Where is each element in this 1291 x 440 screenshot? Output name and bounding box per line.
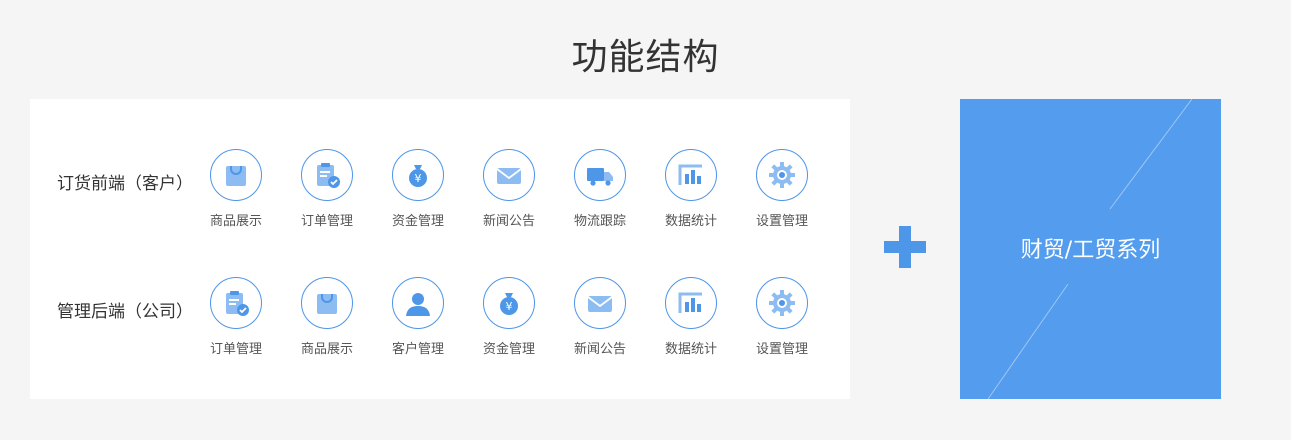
clipboard-check-icon	[301, 149, 353, 201]
gear-icon	[756, 149, 808, 201]
plus-icon	[884, 226, 926, 268]
feature-item[interactable]: 物流跟踪	[555, 149, 645, 229]
feature-label: 订单管理	[300, 214, 353, 229]
feature-label: 客户管理	[391, 342, 444, 357]
truck-icon	[574, 149, 626, 201]
feature-item[interactable]: 客户管理	[373, 277, 463, 357]
feature-label: 新闻公告	[482, 214, 535, 229]
feature-item[interactable]: ¥ 资金管理	[373, 149, 463, 229]
clipboard-check-icon	[210, 277, 262, 329]
feature-label: 物流跟踪	[573, 214, 626, 229]
feature-item[interactable]: 商品展示	[191, 149, 281, 229]
series-card[interactable]: 财贸/工贸系列	[960, 99, 1221, 399]
feature-item[interactable]: 新闻公告	[555, 277, 645, 357]
feature-label: 数据统计	[664, 214, 717, 229]
row-company-backend: 管理后端（公司） 订单管理 商品展示 客户管理 ¥ 资金管理 新闻公告 数据统计…	[30, 277, 850, 367]
shopping-bag-icon	[301, 277, 353, 329]
series-label: 财贸/工贸系列	[1020, 238, 1161, 263]
row-client-frontend: 订货前端（客户） 商品展示 订单管理 ¥ 资金管理 新闻公告 物流跟踪 数据统计…	[30, 149, 850, 239]
gear-icon	[756, 277, 808, 329]
feature-label: 数据统计	[664, 342, 717, 357]
feature-item[interactable]: 新闻公告	[464, 149, 554, 229]
row-label: 订货前端（客户）	[57, 174, 193, 194]
money-bag-icon: ¥	[392, 149, 444, 201]
feature-label: 商品展示	[209, 214, 262, 229]
feature-label: 新闻公告	[573, 342, 626, 357]
feature-item[interactable]: 设置管理	[737, 149, 827, 229]
feature-item[interactable]: 商品展示	[282, 277, 372, 357]
bar-chart-icon	[665, 149, 717, 201]
envelope-icon	[574, 277, 626, 329]
bar-chart-icon	[665, 277, 717, 329]
feature-item[interactable]: 数据统计	[646, 277, 736, 357]
feature-item[interactable]: 设置管理	[737, 277, 827, 357]
row-label: 管理后端（公司）	[57, 302, 193, 322]
shopping-bag-icon	[210, 149, 262, 201]
feature-label: 设置管理	[755, 214, 808, 229]
feature-panel: 订货前端（客户） 商品展示 订单管理 ¥ 资金管理 新闻公告 物流跟踪 数据统计…	[30, 99, 850, 399]
feature-label: 资金管理	[482, 342, 535, 357]
feature-label: 设置管理	[755, 342, 808, 357]
feature-label: 订单管理	[209, 342, 262, 357]
feature-label: 商品展示	[300, 342, 353, 357]
envelope-icon	[483, 149, 535, 201]
user-icon	[392, 277, 444, 329]
feature-item[interactable]: 数据统计	[646, 149, 736, 229]
feature-label: 资金管理	[391, 214, 444, 229]
money-bag-icon: ¥	[483, 277, 535, 329]
svg-text:¥: ¥	[415, 172, 422, 185]
svg-text:¥: ¥	[506, 300, 513, 313]
feature-item[interactable]: ¥ 资金管理	[464, 277, 554, 357]
page-title: 功能结构	[571, 37, 720, 78]
feature-item[interactable]: 订单管理	[191, 277, 281, 357]
feature-item[interactable]: 订单管理	[282, 149, 372, 229]
